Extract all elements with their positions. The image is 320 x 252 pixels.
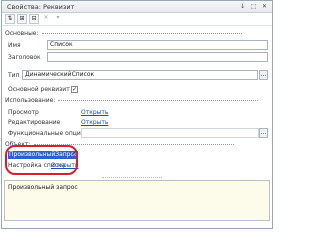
title-bar: Свойства: Реквизит ↓ ⬚ ✕ <box>2 1 272 13</box>
group-usage: Использование: <box>5 97 261 104</box>
title-buttons: ↓ ⬚ ✕ <box>238 2 269 11</box>
description-panel: Произвольный запрос <box>4 180 270 221</box>
restore-icon[interactable]: ⬚ <box>249 2 258 11</box>
sort-icon[interactable]: ⇅ <box>5 14 15 24</box>
dropdown-icon[interactable]: ▾ <box>53 14 63 24</box>
group-basic: Основные: <box>5 30 239 37</box>
close-icon[interactable]: ✕ <box>260 2 269 11</box>
main-attr-checkbox[interactable]: ✓ <box>71 86 78 93</box>
clear-icon[interactable]: ✕ <box>41 14 51 24</box>
func-options-select-button[interactable]: … <box>259 128 268 138</box>
view-open-link[interactable]: Открыть <box>81 109 108 116</box>
name-field[interactable]: Список <box>47 40 268 50</box>
edit-open-link[interactable]: Открыть <box>81 119 108 126</box>
minimize-icon[interactable]: ↓ <box>238 2 247 11</box>
edit-label: Редактирование <box>8 119 61 126</box>
header-field[interactable] <box>47 52 268 62</box>
func-options-label: Функциональные опции <box>8 130 85 137</box>
main-attr-label: Основной реквизит <box>8 86 70 93</box>
annotation-highlight <box>5 145 78 175</box>
group-categories-icon[interactable]: ⊞ <box>17 14 27 24</box>
window-title: Свойства: Реквизит <box>7 3 75 11</box>
toolbar: ⇅ ⊞ ⊟ ✕ ▾ <box>2 13 272 26</box>
func-options-field[interactable] <box>81 128 259 138</box>
type-label: Тип <box>8 72 20 79</box>
view-label: Просмотр <box>8 109 39 116</box>
description-text: Произвольный запрос <box>8 184 78 191</box>
splitter[interactable] <box>102 177 162 178</box>
collapse-icon[interactable]: ⊟ <box>29 14 39 24</box>
properties-window: Свойства: Реквизит ↓ ⬚ ✕ ⇅ ⊞ ⊟ ✕ ▾ Основ… <box>1 0 273 229</box>
name-label: Имя <box>8 42 21 49</box>
type-field[interactable]: ДинамическийСписок <box>22 70 258 80</box>
header-label: Заголовок <box>8 54 41 61</box>
type-select-button[interactable]: … <box>259 70 268 80</box>
